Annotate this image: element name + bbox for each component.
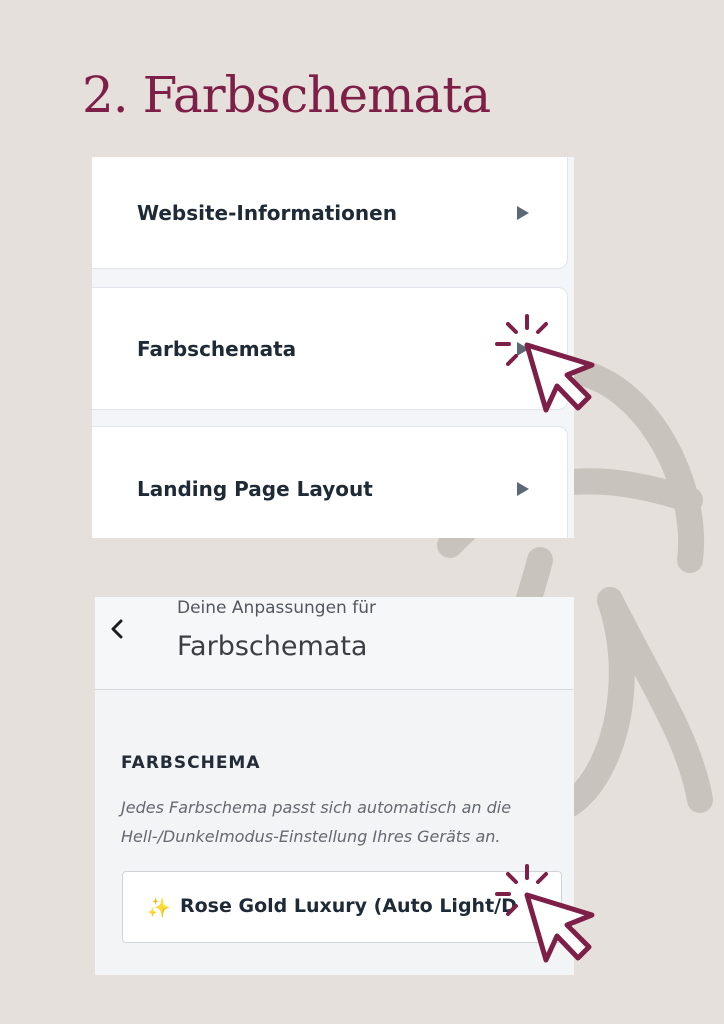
click-cursor-icon — [495, 864, 595, 963]
menu-item-landing-page-layout[interactable]: Landing Page Layout — [92, 426, 568, 538]
menu-item-website-informationen[interactable]: Website-Informationen — [92, 157, 568, 269]
page-title: 2. Farbschemata — [82, 66, 491, 124]
chevron-left-icon — [111, 619, 123, 639]
menu-item-label: Farbschemata — [137, 336, 297, 361]
customizer-subtitle: Deine Anpassungen für — [177, 598, 376, 618]
menu-item-label: Landing Page Layout — [137, 477, 373, 501]
click-cursor-icon — [495, 314, 595, 413]
section-heading: FARBSCHEMA — [121, 753, 261, 773]
chevron-right-icon — [517, 482, 529, 496]
menu-item-label: Website-Informationen — [137, 201, 397, 225]
sparkles-icon: ✨ — [147, 897, 171, 919]
back-button[interactable] — [103, 615, 131, 643]
color-scheme-select-value: Rose Gold Luxury (Auto Light/D — [180, 895, 517, 917]
customizer-header: Deine Anpassungen für Farbschemata — [95, 597, 574, 690]
chevron-right-icon — [517, 206, 529, 220]
section-description: Jedes Farbschema passt sich automatisch … — [121, 798, 512, 846]
customizer-title: Farbschemata — [177, 631, 368, 662]
